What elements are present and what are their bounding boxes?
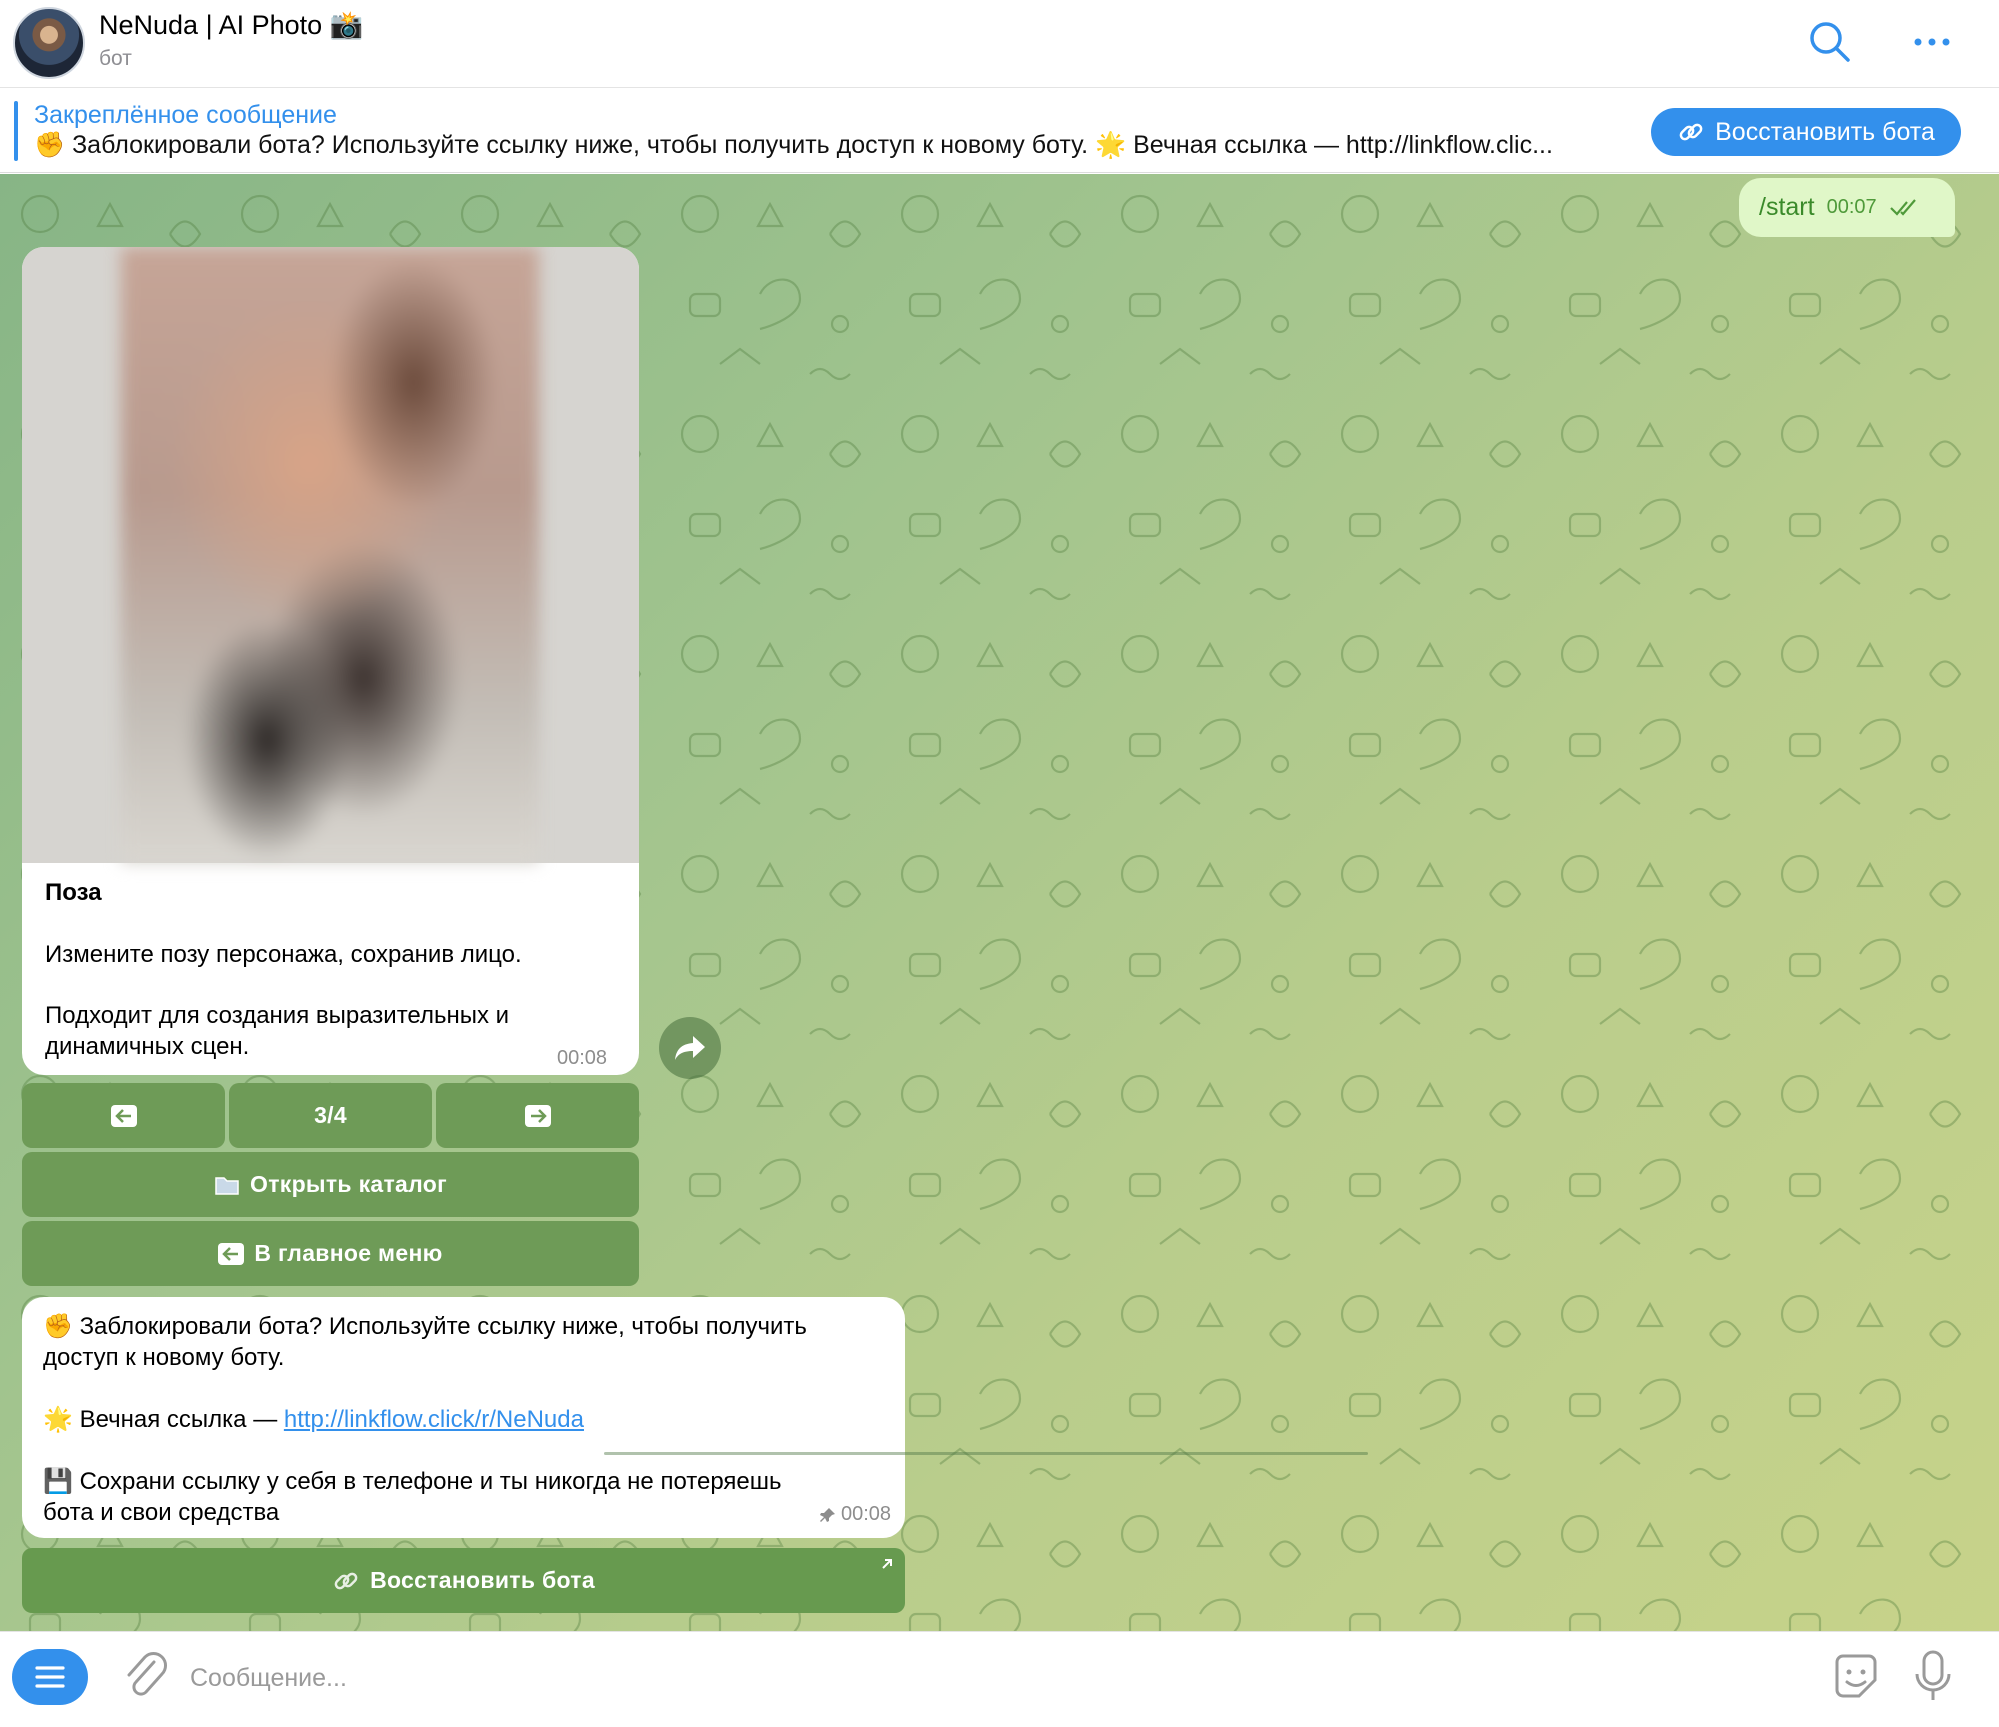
outgoing-message-bubble[interactable]: /start 00:07 (1739, 178, 1955, 237)
pose-card-message[interactable]: Поза Измените позу персонажа, сохранив л… (22, 247, 639, 1075)
info-line-1-text: Заблокировали бота? Используйте ссылку н… (79, 1313, 807, 1340)
floppy-disk-icon: 💾 (43, 1467, 73, 1495)
card-description-line-2: Подходит для создания выразительных и (45, 1002, 510, 1029)
chat-title[interactable]: NeNuda | AI Photo 📸 (99, 9, 363, 41)
folder-icon (215, 1176, 239, 1195)
pinned-message-bar[interactable]: Закреплённое сообщение ✊ Заблокировали б… (0, 89, 1999, 173)
pinned-accent-bar (14, 101, 18, 161)
card-description-line-3: динамичных сцен. (45, 1033, 250, 1060)
bot-avatar[interactable] (13, 7, 85, 79)
eternal-link[interactable]: http://linkflow.click/r/NeNuda (284, 1406, 584, 1433)
link-icon (334, 1572, 358, 1589)
back-arrow-icon (218, 1242, 245, 1265)
left-arrow-icon (110, 1104, 137, 1127)
pinned-restore-bot-button[interactable]: Восстановить бота (1651, 108, 1961, 156)
microphone-icon[interactable] (1908, 1646, 1958, 1706)
link-icon (1679, 123, 1703, 141)
info-time-text: 00:08 (841, 1503, 892, 1525)
double-check-icon (1889, 198, 1916, 216)
restore-bot-label: Восстановить бота (370, 1567, 595, 1593)
open-catalog-button[interactable]: Открыть каталог (22, 1152, 639, 1217)
scroll-indicator (604, 1452, 1368, 1455)
info-line-4: 💾 Сохрани ссылку у себя в телефоне и ты … (43, 1466, 782, 1497)
outgoing-message-time: 00:07 (1826, 196, 1877, 218)
raised-fist-icon: ✊ (43, 1312, 73, 1340)
more-options-icon[interactable] (1908, 18, 1956, 66)
external-link-icon (882, 1559, 892, 1569)
menu-icon (35, 1666, 65, 1688)
card-message-time: 00:08 (557, 1047, 608, 1069)
message-input[interactable] (190, 1650, 1790, 1706)
blurred-photo-content (121, 247, 539, 863)
info-line-2: доступ к новому боту. (43, 1344, 285, 1371)
card-photo[interactable] (22, 247, 639, 863)
main-menu-label: В главное меню (254, 1240, 443, 1266)
info-line-1: ✊ Заблокировали бота? Используйте ссылку… (43, 1311, 807, 1342)
restore-info-message[interactable]: ✊ Заблокировали бота? Используйте ссылку… (22, 1297, 905, 1538)
bot-menu-button[interactable] (12, 1649, 88, 1705)
prev-page-button[interactable] (22, 1083, 225, 1148)
forward-arrow-icon (675, 1036, 705, 1060)
info-message-time: 00:08 (819, 1503, 891, 1526)
restore-bot-button[interactable]: Восстановить бота (22, 1548, 905, 1613)
search-icon[interactable] (1806, 18, 1854, 66)
pin-icon (820, 1507, 835, 1522)
info-line-3: 🌟 Вечная ссылка — http://linkflow.click/… (43, 1404, 584, 1435)
pinned-text: ✊ Заблокировали бота? Используйте ссылку… (34, 131, 1553, 159)
card-title: Поза (45, 879, 102, 906)
sticker-icon[interactable] (1829, 1650, 1883, 1704)
info-line-3-prefix: Вечная ссылка — (79, 1406, 284, 1433)
paperclip-icon[interactable] (120, 1648, 170, 1704)
pinned-button-label: Восстановить бота (1715, 117, 1935, 146)
pinned-label: Закреплённое сообщение (34, 101, 337, 129)
info-line-5: бота и свои средства (43, 1499, 280, 1526)
outgoing-message-text: /start (1759, 193, 1815, 221)
open-catalog-label: Открыть каталог (250, 1171, 447, 1197)
page-counter-label: 3/4 (314, 1102, 347, 1128)
card-description-line-1: Измените позу персонажа, сохранив лицо. (45, 941, 522, 968)
page-counter-button[interactable]: 3/4 (229, 1083, 432, 1148)
chat-subtitle: бот (99, 47, 132, 70)
right-arrow-icon (524, 1104, 551, 1127)
chat-header: NeNuda | AI Photo 📸 бот (0, 0, 1999, 88)
main-menu-button[interactable]: В главное меню (22, 1221, 639, 1286)
forward-button[interactable] (659, 1017, 721, 1079)
message-composer (0, 1631, 1999, 1727)
next-page-button[interactable] (436, 1083, 639, 1148)
star-icon: 🌟 (43, 1405, 73, 1433)
info-line-4-text: Сохрани ссылку у себя в телефоне и ты ни… (79, 1468, 782, 1495)
